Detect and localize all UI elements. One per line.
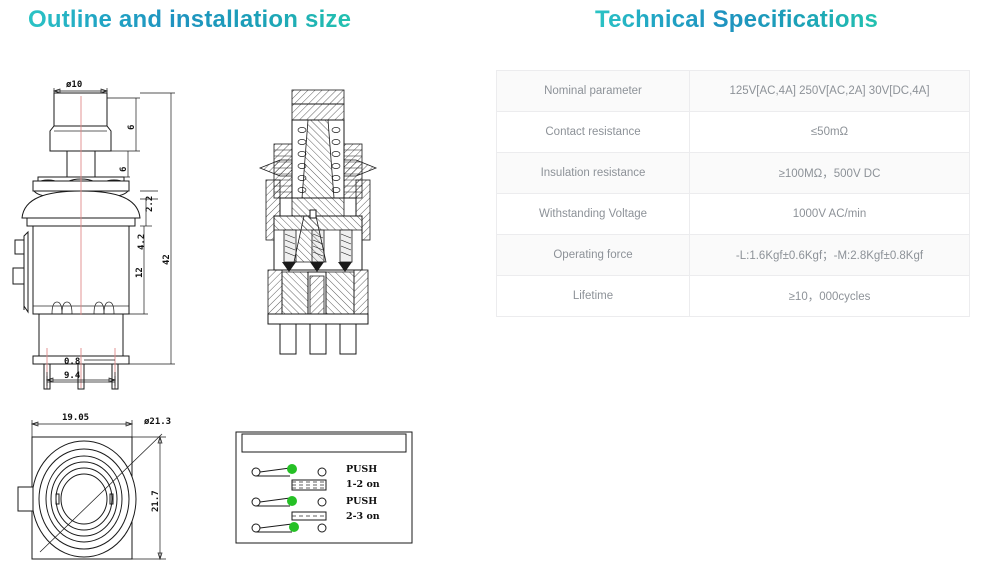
page-title-outline: Outline and installation size — [28, 6, 352, 33]
spec-value: ≤50mΩ — [689, 111, 970, 153]
dim-label-pin-width: 0.8 — [64, 357, 80, 367]
section-spring-barrel — [291, 119, 345, 199]
dim-label-body-height: 12 — [135, 267, 145, 278]
dim-label-width: 19.05 — [62, 413, 89, 423]
dim-label-height: 21.7 — [151, 490, 161, 512]
spec-key: Operating force — [496, 234, 690, 276]
dim-label-top-diameter: ø10 — [66, 80, 82, 90]
table-row: Operating force -L:1.6Kgf±0.6Kgf；-M:2.8K… — [496, 234, 970, 276]
bottom-plan-view: 19.05 ø21.3 21.7 — [14, 402, 204, 567]
dim-label-flange-thin: 2.2 — [145, 196, 155, 212]
spec-value: 125V[AC,4A] 250V[AC,2A] 30V[DC,4A] — [689, 70, 970, 112]
plan-concentric-rings — [31, 440, 137, 558]
specifications-table: Nominal parameter 125V[AC,4A] 250V[AC,2A… — [496, 70, 970, 317]
spec-value: -L:1.6Kgf±0.6Kgf；-M:2.8Kgf±0.8Kgf — [689, 234, 970, 276]
dim-label-flange-thick: 4.2 — [137, 234, 147, 250]
dim-label-pin-span: 9.4 — [64, 371, 81, 381]
side-elevation-view: ø10 6 6 2.2 4.2 12 42 0.8 9.4 — [0, 60, 200, 390]
section-base-housing — [267, 269, 369, 325]
table-row: Lifetime ≥10，000cycles — [496, 275, 970, 317]
spec-value: ≥100MΩ，500V DC — [689, 152, 970, 194]
section-terminal-pins — [279, 323, 357, 355]
section-contact-chamber — [273, 209, 363, 271]
schematic-label-push-2: PUSH — [346, 496, 377, 507]
schematic-label-push-1: PUSH — [346, 464, 377, 475]
table-row: Nominal parameter 125V[AC,4A] 250V[AC,2A… — [496, 70, 970, 112]
dim-label-cap-height: 6 — [127, 125, 137, 130]
dim-label-stem-height: 6 — [119, 167, 129, 172]
table-row: Insulation resistance ≥100MΩ，500V DC — [496, 152, 970, 194]
side-terminal-bracket — [12, 230, 29, 314]
plan-side-tab — [17, 486, 34, 512]
plunger-cap — [49, 92, 112, 152]
schematic-header-band — [241, 433, 407, 453]
schematic-label-2-3-on: 2-3 on — [346, 511, 380, 522]
page-title-specifications: Technical Specifications — [595, 6, 879, 33]
page-root: Outline and installation size Technical … — [0, 0, 985, 569]
table-row: Contact resistance ≤50mΩ — [496, 111, 970, 153]
cross-section-view — [248, 72, 388, 372]
dimension-height: 21.7 — [132, 435, 166, 561]
dim-label-overall-height: 42 — [162, 254, 172, 265]
contact-schematic: PUSH 1-2 on PUSH 2-3 on — [234, 430, 414, 545]
spec-value: ≥10，000cycles — [689, 275, 970, 317]
spec-key: Insulation resistance — [496, 152, 690, 194]
spec-key: Withstanding Voltage — [496, 193, 690, 235]
spec-value: 1000V AC/min — [689, 193, 970, 235]
table-row: Withstanding Voltage 1000V AC/min — [496, 193, 970, 235]
spec-key: Contact resistance — [496, 111, 690, 153]
spec-key: Nominal parameter — [496, 70, 690, 112]
schematic-label-1-2-on: 1-2 on — [346, 479, 380, 490]
spec-key: Lifetime — [496, 275, 690, 317]
dim-label-bezel-diameter: ø21.3 — [144, 417, 171, 427]
specifications-table-body: Nominal parameter 125V[AC,4A] 250V[AC,2A… — [496, 70, 970, 317]
section-plunger-cap — [291, 89, 345, 121]
